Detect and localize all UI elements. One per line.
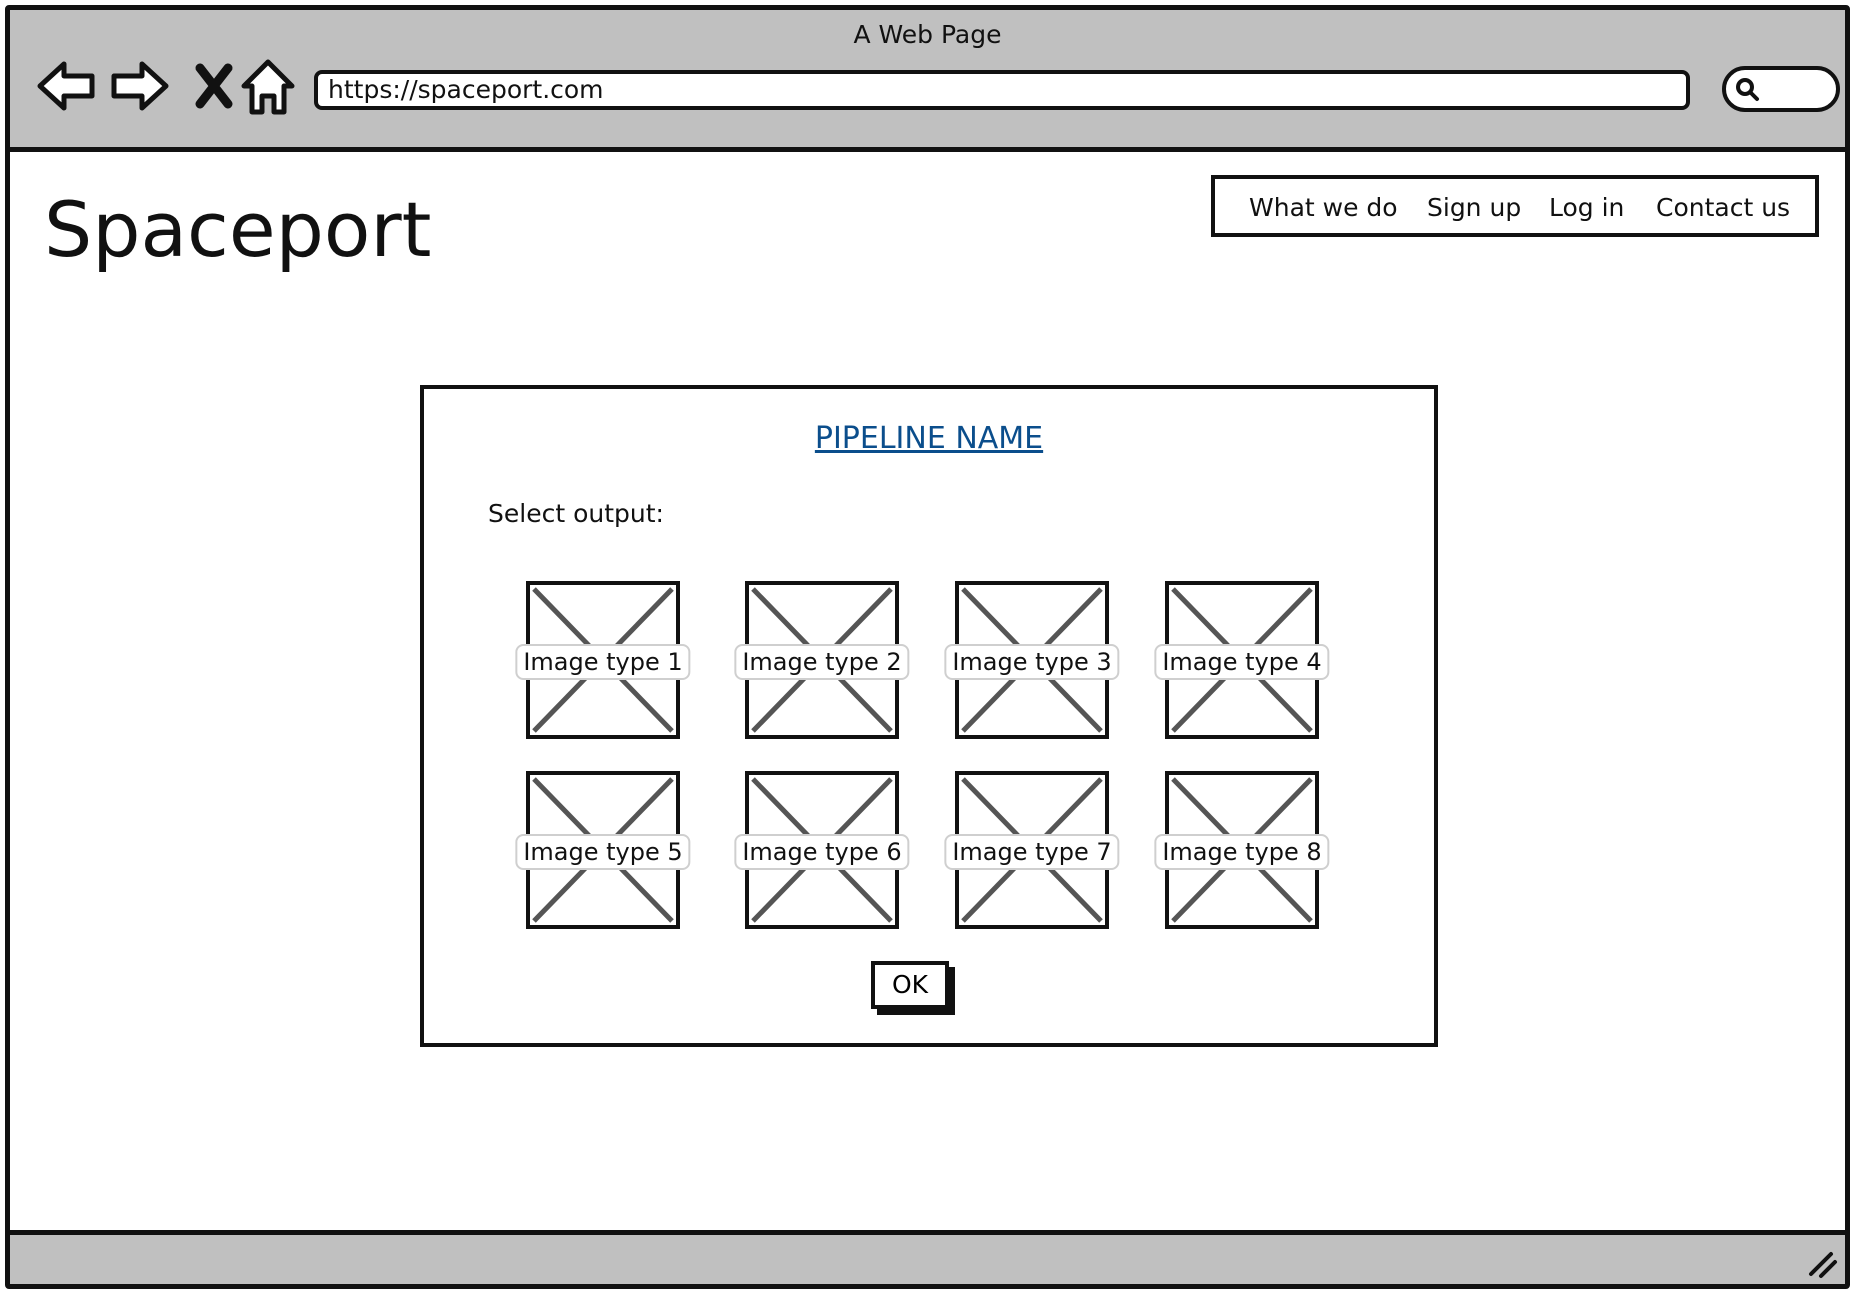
image-option-3[interactable]: Image type 3 xyxy=(944,581,1120,739)
nav-contact-us[interactable]: Contact us xyxy=(1656,193,1790,222)
image-option-label: Image type 6 xyxy=(734,834,910,870)
nav-sign-up[interactable]: Sign up xyxy=(1427,193,1521,222)
nav-log-in[interactable]: Log in xyxy=(1549,193,1624,222)
browser-window: A Web Page https://spaceport.com Spacepo… xyxy=(5,5,1850,1289)
image-option-6[interactable]: Image type 6 xyxy=(734,771,910,929)
image-option-5[interactable]: Image type 5 xyxy=(515,771,691,929)
image-option-2[interactable]: Image type 2 xyxy=(734,581,910,739)
nav-what-we-do[interactable]: What we do xyxy=(1249,193,1398,222)
address-bar[interactable]: https://spaceport.com xyxy=(314,70,1690,110)
search-icon xyxy=(1736,78,1759,101)
forward-arrow-icon[interactable] xyxy=(108,54,172,118)
image-option-4[interactable]: Image type 4 xyxy=(1154,581,1330,739)
site-title: Spaceport xyxy=(44,185,432,274)
select-output-dialog: PIPELINE NAME Select output: Image type … xyxy=(420,385,1438,1047)
back-arrow-icon[interactable] xyxy=(34,54,98,118)
select-output-label: Select output: xyxy=(488,499,664,528)
browser-toolbar: A Web Page https://spaceport.com xyxy=(10,10,1845,152)
window-title: A Web Page xyxy=(853,20,1002,49)
ok-button[interactable]: OK xyxy=(871,961,949,1009)
pipeline-name-link[interactable]: PIPELINE NAME xyxy=(424,421,1434,456)
image-option-label: Image type 2 xyxy=(734,644,910,680)
resize-handle-icon[interactable] xyxy=(1803,1244,1839,1280)
image-option-label: Image type 3 xyxy=(944,644,1120,680)
image-option-label: Image type 4 xyxy=(1154,644,1330,680)
site-navigation: What we do Sign up Log in Contact us xyxy=(1211,175,1819,237)
browser-status-bar xyxy=(10,1230,1845,1284)
image-option-label: Image type 5 xyxy=(515,834,691,870)
image-option-1[interactable]: Image type 1 xyxy=(515,581,691,739)
image-option-label: Image type 7 xyxy=(944,834,1120,870)
image-option-label: Image type 8 xyxy=(1154,834,1330,870)
image-option-8[interactable]: Image type 8 xyxy=(1154,771,1330,929)
browser-search-box[interactable] xyxy=(1722,66,1840,112)
home-icon[interactable] xyxy=(236,54,300,118)
image-option-label: Image type 1 xyxy=(515,644,691,680)
image-option-7[interactable]: Image type 7 xyxy=(944,771,1120,929)
